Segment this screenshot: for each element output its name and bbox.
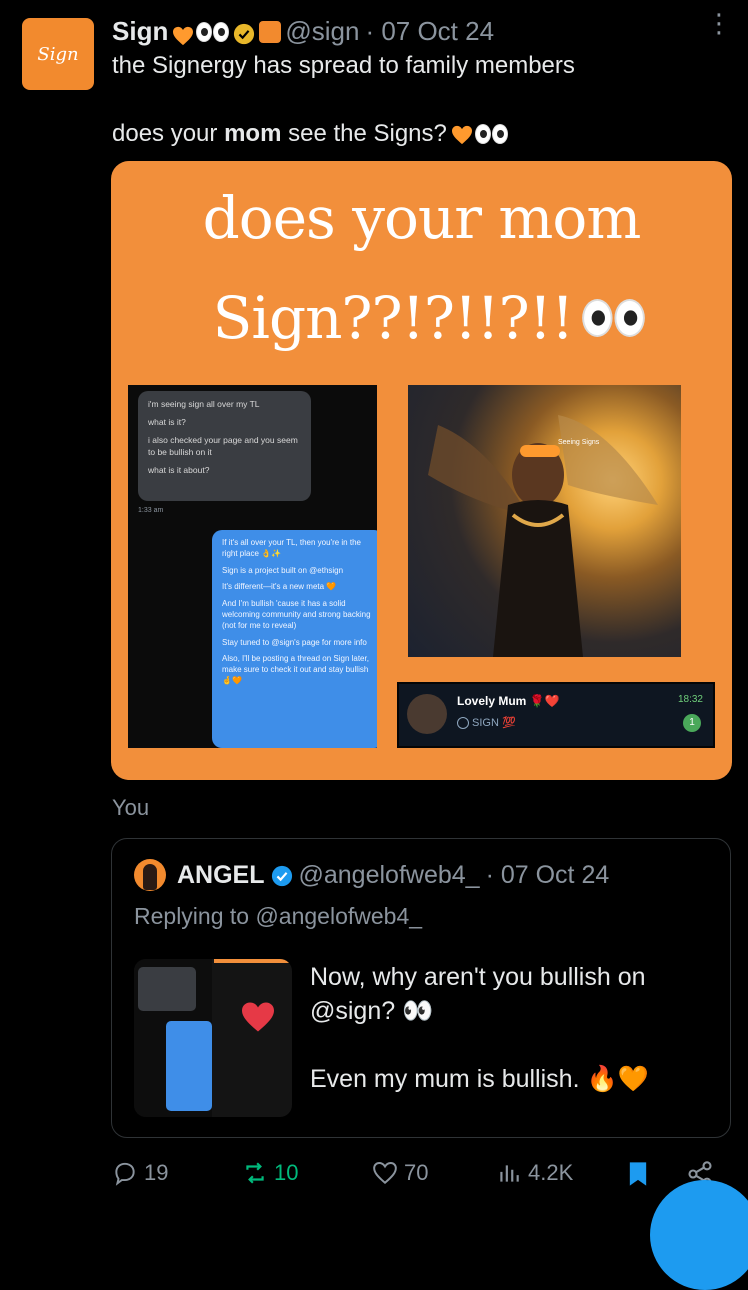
- like-count: 70: [404, 1160, 429, 1185]
- media-image[interactable]: does your mom Sign??!?!!?!! i'm seeing s…: [111, 161, 732, 780]
- display-name[interactable]: Sign: [112, 16, 168, 47]
- chat-name: Lovely Mum 🌹❤️: [457, 694, 560, 708]
- chat-time: 1:33 am: [138, 507, 164, 514]
- quote-text-line2: @sign? 👀: [310, 997, 434, 1025]
- grey-line: i also checked your page and you seem to…: [148, 434, 298, 457]
- quote-thumbnail[interactable]: [134, 959, 292, 1117]
- post-date[interactable]: · 07 Oct 24: [365, 16, 494, 47]
- grey-line: i'm seeing sign all over my TL: [148, 399, 260, 409]
- incoming-message-bubble: i'm seeing sign all over my TL what is i…: [138, 391, 311, 501]
- quote-text-line1: Now, why aren't you bullish on: [310, 963, 646, 991]
- glasses-label: Seeing Signs: [558, 439, 600, 446]
- chat-time: 18:32: [677, 694, 703, 705]
- sign-logo-icon: [457, 716, 469, 729]
- unread-count-badge: 1: [683, 714, 701, 732]
- quote-header: ANGEL @angelofweb4_ · 07 Oct 24: [177, 861, 609, 890]
- quote-date[interactable]: · 07 Oct 24: [486, 861, 610, 890]
- compose-fab[interactable]: [650, 1180, 748, 1290]
- post-text-line2: does your mom see the Signs?: [112, 120, 512, 148]
- views-action[interactable]: 4.2K: [496, 1160, 573, 1186]
- sign-avatar[interactable]: Sign: [22, 18, 94, 90]
- repost-icon: [246, 1162, 264, 1184]
- eyes-icon: [196, 21, 230, 42]
- eyes-icon: [474, 124, 508, 144]
- line2-bold: mom: [224, 120, 282, 147]
- replying-to[interactable]: Replying to @angelofweb4_: [134, 903, 422, 930]
- blue-verified-badge-icon[interactable]: [271, 865, 293, 887]
- heart-icon: [373, 1162, 397, 1185]
- blue-line: It's different—it's a new meta 🧡: [222, 582, 337, 592]
- line2-after: see the Signs?: [281, 120, 447, 147]
- angel-artwork: Seeing Signs: [408, 385, 681, 657]
- red-heart-icon: [240, 1001, 276, 1033]
- post-text-line1: the Signergy has spread to family member…: [112, 52, 575, 79]
- telegram-chat-row: Lovely Mum 🌹❤️ SIGN 💯 18:32 1: [397, 682, 715, 748]
- line2-emojis: [451, 124, 508, 145]
- eyes-icon: [582, 299, 646, 337]
- like-action[interactable]: 70: [372, 1160, 428, 1186]
- angel-avatar[interactable]: [134, 859, 166, 891]
- blue-line: Sign is a project built on @ethsign: [222, 565, 344, 575]
- quote-text-line3: Even my mum is bullish. 🔥🧡: [310, 1065, 649, 1093]
- card-title-line2: Sign??!?!!?!!: [212, 284, 575, 352]
- chat-subtitle: SIGN 💯: [457, 716, 516, 729]
- line2-before: does your: [112, 120, 225, 147]
- quoted-post[interactable]: ANGEL @angelofweb4_ · 07 Oct 24 Replying…: [111, 838, 731, 1138]
- views-icon: [500, 1165, 519, 1182]
- blue-line: If it's all over your TL, then you're in…: [222, 538, 361, 558]
- more-options-icon[interactable]: ⋮: [706, 10, 732, 48]
- outgoing-message-bubble: If it's all over your TL, then you're in…: [212, 530, 377, 748]
- grey-line: what is it about?: [148, 464, 210, 475]
- you-label: You: [112, 795, 150, 820]
- quote-display-name[interactable]: ANGEL: [177, 861, 265, 890]
- mum-avatar: [407, 694, 447, 734]
- reply-action[interactable]: 19: [112, 1160, 168, 1186]
- card-title-line2-row: Sign??!?!!?!!: [111, 289, 732, 347]
- repost-count: 10: [274, 1160, 299, 1185]
- card-title-line1: does your mom: [202, 184, 642, 252]
- bookmark-icon[interactable]: [624, 1158, 652, 1195]
- blue-line: And I'm bullish 'cause it has a solid we…: [222, 599, 371, 630]
- avatar-text: Sign: [37, 43, 79, 65]
- quote-handle[interactable]: @angelofweb4_: [299, 861, 480, 890]
- affiliate-badge-icon[interactable]: [259, 20, 282, 43]
- handle[interactable]: @sign: [285, 16, 359, 47]
- chat-sub-text: SIGN 💯: [472, 717, 516, 729]
- orange-heart-icon: [172, 22, 194, 45]
- blue-line: Also, I'll be posting a thread on Sign l…: [222, 654, 369, 685]
- views-count: 4.2K: [528, 1160, 574, 1185]
- name-emojis: [172, 21, 230, 45]
- gold-verified-badge-icon[interactable]: [233, 21, 255, 44]
- post-header: Sign @sign · 07 Oct 24: [112, 16, 494, 47]
- orange-heart-icon: [451, 124, 473, 145]
- blue-line: Stay tuned to @sign's page for more info: [222, 637, 367, 647]
- chat-screenshot: i'm seeing sign all over my TL what is i…: [128, 385, 377, 748]
- reply-icon: [115, 1162, 135, 1186]
- reply-count: 19: [144, 1160, 169, 1185]
- repost-action[interactable]: 10: [242, 1160, 298, 1186]
- angel-illustration: [428, 415, 658, 657]
- grey-line: what is it?: [148, 416, 186, 427]
